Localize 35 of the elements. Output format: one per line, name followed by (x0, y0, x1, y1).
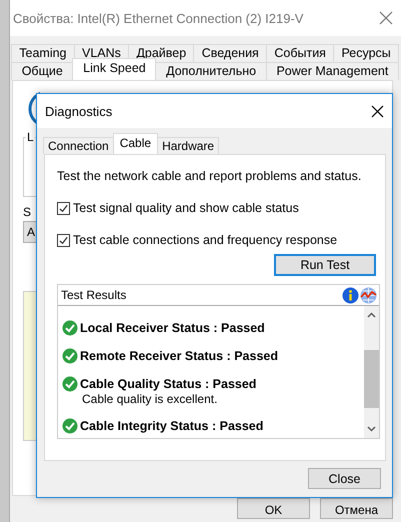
scrollbar[interactable] (364, 306, 379, 438)
speed-label: S (23, 205, 32, 219)
checkbox-label: Test cable connections and frequency response (73, 233, 338, 247)
dialog-button[interactable]: Отмена (320, 498, 393, 519)
result-title: Local Receiver Status : Passed (80, 321, 265, 335)
tab[interactable]: Link Speed (72, 58, 156, 80)
tab[interactable]: Hardware (157, 137, 220, 154)
tab[interactable]: Общие (11, 62, 74, 80)
result-detail: Cable quality is excellent. (81, 392, 218, 406)
tab[interactable]: Cable (112, 133, 158, 154)
tab[interactable]: Ресурсы (333, 44, 400, 62)
dialog-title: Diagnostics (45, 104, 112, 118)
close-button[interactable]: Close (308, 468, 381, 489)
tab[interactable]: Teaming (11, 44, 75, 62)
dialog-button[interactable]: OK (237, 498, 310, 519)
run-test-button[interactable]: Run Test (274, 254, 376, 276)
tab[interactable]: Дополнительно (155, 62, 267, 80)
results-title: Test Results (61, 288, 126, 302)
scroll-thumb[interactable] (364, 350, 379, 408)
window-title: Свойства: Intel(R) Ethernet Connection (2) I219-V (13, 10, 304, 26)
result-title: Cable Integrity Status : Passed (80, 419, 264, 433)
speed-dropdown[interactable]: A (23, 221, 37, 243)
checkbox-label: Test signal quality and show cable status (73, 201, 299, 215)
result-title: Cable Quality Status : Passed (80, 377, 256, 391)
tab[interactable]: Сведения (193, 44, 268, 62)
group-label: L (26, 130, 35, 144)
globe-chart-icon[interactable] (360, 286, 377, 304)
tab[interactable]: Connection (43, 137, 114, 154)
checkbox[interactable] (57, 234, 70, 246)
info-icon[interactable] (342, 286, 359, 304)
tab[interactable]: Power Management (266, 62, 400, 80)
checkbox[interactable] (57, 202, 70, 214)
close-icon[interactable] (371, 104, 384, 118)
description-text: Test the network cable and report problems and status. (57, 169, 362, 183)
result-title: Remote Receiver Status : Passed (80, 349, 278, 363)
